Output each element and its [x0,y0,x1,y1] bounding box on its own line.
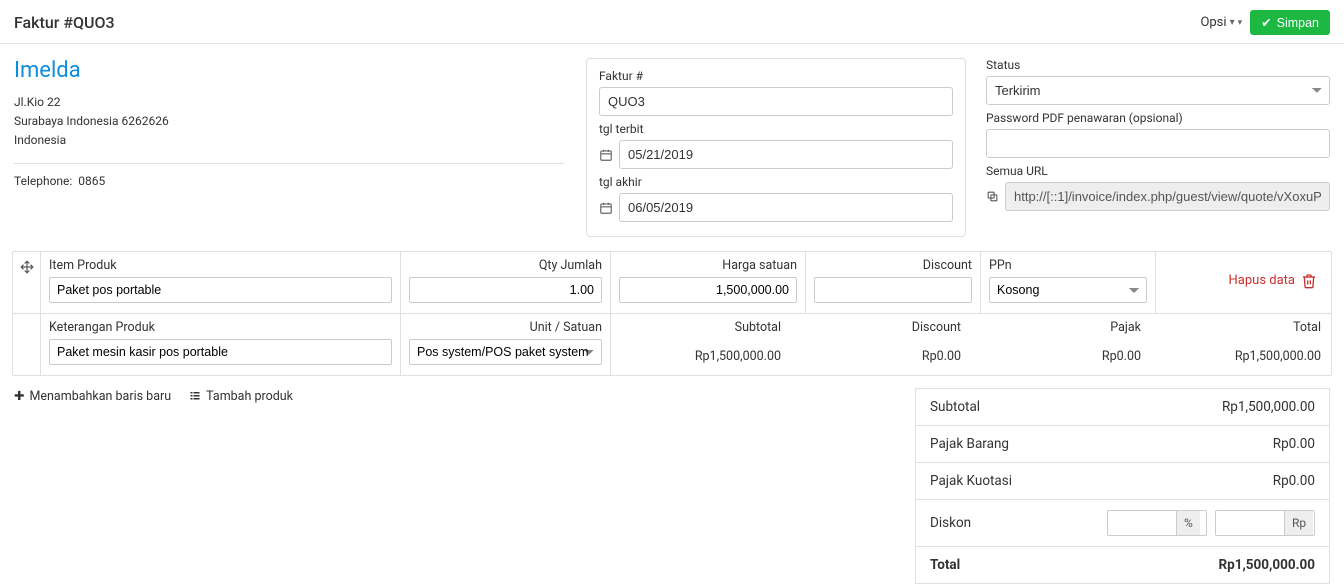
calendar-icon[interactable] [599,148,613,162]
tgl-terbit-label: tgl terbit [599,122,953,136]
row-total-value: Rp1,500,000.00 [1161,349,1321,364]
totals-total-label: Total [930,557,960,573]
totals-pajak-kuotasi-label: Pajak Kuotasi [930,473,1012,489]
diskon-rp-input[interactable] [1216,511,1284,535]
divider [14,163,564,164]
list-icon [189,390,201,402]
drag-handle-icon[interactable] [13,252,41,313]
percent-suffix: % [1176,511,1200,535]
phone-value: 0865 [78,174,105,188]
totals-diskon-label: Diskon [930,515,971,531]
col-desc-header: Keterangan Produk [49,320,392,335]
col-qty-header: Qty Jumlah [409,258,602,273]
caret-icon: ▾ [1238,18,1243,28]
tgl-akhir-input[interactable] [619,193,953,222]
add-new-row-link[interactable]: ✚ Menambahkan baris baru [14,388,171,404]
item-price-input[interactable] [619,277,797,303]
client-address-line2: Surabaya Indonesia 6262626 [14,112,564,131]
add-new-row-label: Menambahkan baris baru [29,389,171,404]
copy-icon[interactable] [986,190,999,203]
col-ppn-header: PPn [989,258,1147,273]
item-discount-input[interactable] [814,277,972,303]
item-ppn-select[interactable]: Kosong [989,277,1147,303]
options-label: Opsi [1200,15,1226,30]
pdf-password-input[interactable] [986,129,1330,158]
col-item-header: Item Produk [49,258,392,273]
drag-spacer [13,314,41,375]
page-title: Faktur #QUO3 [14,13,115,32]
plus-icon: ✚ [14,388,24,404]
diskon-percent-input[interactable] [1108,511,1176,535]
url-input[interactable] [1005,182,1330,211]
rp-suffix: Rp [1284,511,1313,535]
status-label: Status [986,58,1330,72]
pdf-password-label: Password PDF penawaran (opsional) [986,111,1330,125]
item-unit-select[interactable]: Pos system/POS paket system [409,339,602,365]
item-name-input[interactable] [49,277,392,303]
url-label: Semua URL [986,164,1330,178]
row-subtotal-value: Rp1,500,000.00 [621,349,781,364]
phone-label: Telephone: [14,174,72,188]
delete-row-button[interactable]: Hapus data [1229,273,1317,289]
faktur-input[interactable] [599,87,953,116]
trash-icon [1301,273,1317,289]
save-label: Simpan [1277,16,1319,30]
row-discount-value: Rp0.00 [801,349,961,364]
totals-subtotal-label: Subtotal [930,399,980,415]
totals-pajak-barang-label: Pajak Barang [930,436,1009,452]
add-product-link[interactable]: Tambah produk [189,388,293,404]
delete-label: Hapus data [1229,273,1295,288]
col-discount-header: Discount [814,258,972,273]
totals-pajak-barang-value: Rp0.00 [1273,436,1315,452]
faktur-label: Faktur # [599,69,953,83]
status-select[interactable]: Terkirim [986,76,1330,105]
options-dropdown[interactable]: Opsi ▾ ▾ [1200,15,1242,30]
item-desc-input[interactable] [49,339,392,365]
col-unit-header: Unit / Satuan [409,320,602,335]
row-discount-label: Discount [801,320,961,335]
client-address-line3: Indonesia [14,131,564,150]
totals-total-value: Rp1,500,000.00 [1218,557,1315,573]
check-icon: ✔ [1261,15,1271,30]
add-product-label: Tambah produk [206,389,293,404]
row-tax-label: Pajak [981,320,1141,335]
save-button[interactable]: ✔ Simpan [1250,10,1330,35]
client-address-line1: Jl.Kio 22 [14,93,564,112]
item-qty-input[interactable] [409,277,602,303]
tgl-akhir-label: tgl akhir [599,175,953,189]
totals-subtotal-value: Rp1,500,000.00 [1222,399,1315,415]
col-price-header: Harga satuan [619,258,797,273]
tgl-terbit-input[interactable] [619,140,953,169]
calendar-icon[interactable] [599,201,613,215]
totals-pajak-kuotasi-value: Rp0.00 [1273,473,1315,489]
chevron-down-icon: ▾ [1230,17,1235,28]
client-name[interactable]: Imelda [14,58,564,83]
row-subtotal-label: Subtotal [621,320,781,335]
row-total-label: Total [1161,320,1321,335]
row-tax-value: Rp0.00 [981,349,1141,364]
